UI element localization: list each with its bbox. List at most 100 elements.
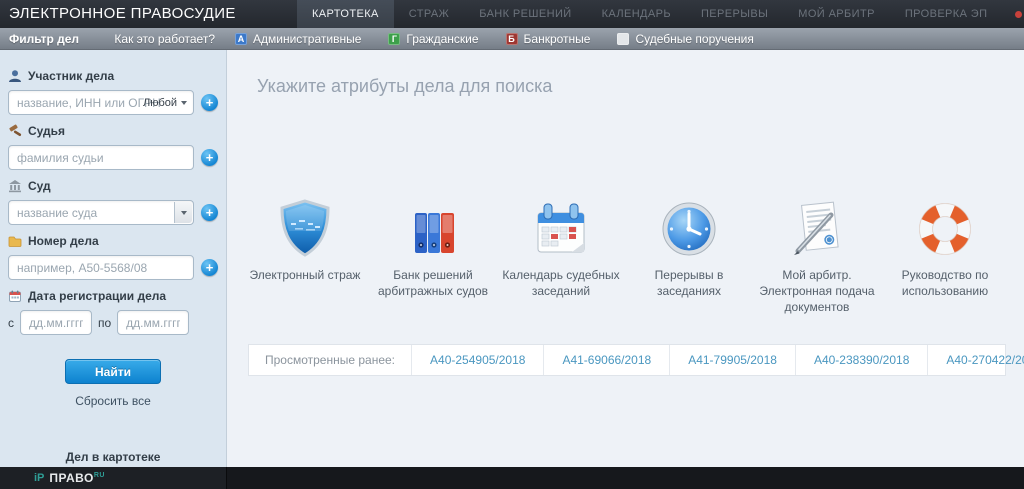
date-from-label: с xyxy=(8,316,14,330)
nav-item-kalendar[interactable]: КАЛЕНДАРЬ xyxy=(587,0,686,28)
add-judge-button[interactable]: + xyxy=(201,149,218,166)
category-bankruptcy[interactable]: Б Банкротные xyxy=(506,32,591,46)
case-number-section-label: Номер дела xyxy=(8,234,218,248)
nav-item-strazh[interactable]: СТРАЖ xyxy=(394,0,464,28)
select-arrow-box xyxy=(174,202,192,223)
reg-date-row: с по xyxy=(8,310,218,335)
search-hint-text: Укажите атрибуты дела для поиска xyxy=(257,76,1024,97)
person-icon xyxy=(8,69,22,83)
feature-my-arbitr-filing[interactable]: Мой арбитр. Электронная подача документо… xyxy=(753,197,881,316)
app-window: ЭЛЕКТРОННОЕ ПРАВОСУДИЕ КАРТОТЕКА СТРАЖ Б… xyxy=(0,0,1024,489)
participant-input-wrap: Любой xyxy=(8,90,194,115)
app-logo[interactable]: ЭЛЕКТРОННОЕ ПРАВОСУДИЕ xyxy=(0,0,297,28)
recent-case-link[interactable]: А40-254905/2018 xyxy=(412,345,544,375)
judge-label: Судья xyxy=(28,124,65,138)
case-number-input[interactable] xyxy=(8,255,194,280)
feature-shortcuts: Электронный страж xyxy=(241,197,1024,316)
pravo-logo-word: ПРАВО xyxy=(49,471,93,485)
category-label: Банкротные xyxy=(524,32,591,46)
feature-user-guide[interactable]: Руководство по использованию xyxy=(881,197,1009,316)
category-court-orders[interactable]: Судебные поручения xyxy=(617,32,753,46)
nav-item-kartoteka[interactable]: КАРТОТЕКА xyxy=(297,0,394,28)
recent-case-link[interactable]: А41-69066/2018 xyxy=(544,345,670,375)
recent-case-link[interactable]: А40-270422/2018 xyxy=(928,345,1024,375)
case-number-input-wrap xyxy=(8,255,194,280)
date-from-input[interactable] xyxy=(20,310,92,335)
footer-bar: iP ПРАВОRU xyxy=(0,467,1024,489)
feature-hearing-breaks[interactable]: Перерывы в заседаниях xyxy=(625,197,753,316)
add-case-number-button[interactable]: + xyxy=(201,259,218,276)
participant-role-dropdown[interactable]: Любой xyxy=(143,97,187,109)
gavel-icon xyxy=(8,124,22,138)
feature-electronic-guard[interactable]: Электронный страж xyxy=(241,197,369,316)
lifebuoy-icon xyxy=(917,197,973,257)
main-panel: Укажите атрибуты дела для поиска xyxy=(227,50,1024,467)
search-button[interactable]: Найти xyxy=(65,359,161,384)
court-orders-badge-icon xyxy=(617,33,629,45)
administrative-badge-icon: А xyxy=(235,33,247,45)
date-to-input[interactable] xyxy=(117,310,189,335)
how-it-works-link[interactable]: Как это работает? xyxy=(114,32,215,46)
add-court-button[interactable]: + xyxy=(201,204,218,221)
chevron-down-icon xyxy=(181,211,187,215)
court-select-placeholder: название суда xyxy=(17,206,97,220)
recently-viewed-label: Просмотренные ранее: xyxy=(249,345,412,375)
feature-label: Электронный страж xyxy=(250,267,361,283)
top-bar: ЭЛЕКТРОННОЕ ПРАВОСУДИЕ КАРТОТЕКА СТРАЖ Б… xyxy=(0,0,1024,28)
participant-section-label: Участник дела xyxy=(8,69,218,83)
cases-counter-label: Дел в картотеке xyxy=(8,450,218,464)
pravo-logo-sup: RU xyxy=(94,472,105,479)
courthouse-icon xyxy=(8,179,22,193)
pravo-logo-mark-icon: iP xyxy=(34,472,44,484)
recent-case-link[interactable]: А40-238390/2018 xyxy=(796,345,928,375)
feature-hearings-calendar[interactable]: Календарь судебных заседаний xyxy=(497,197,625,316)
calendar-large-icon xyxy=(532,197,590,257)
case-category-tabs: А Административные Г Гражданские Б Банкр… xyxy=(235,32,754,46)
category-label: Гражданские xyxy=(406,32,478,46)
feature-label: Календарь судебных заседаний xyxy=(497,267,625,299)
binders-icon xyxy=(405,197,461,257)
reg-date-section-label: Дата регистрации дела xyxy=(8,289,218,303)
participant-label: Участник дела xyxy=(28,69,114,83)
category-administrative[interactable]: А Административные xyxy=(235,32,361,46)
case-number-label: Номер дела xyxy=(28,234,99,248)
nav-item-moy-arbitr[interactable]: МОЙ АРБИТР xyxy=(783,0,890,28)
category-civil[interactable]: Г Гражданские xyxy=(388,32,478,46)
login-status-icon xyxy=(1015,11,1022,18)
judge-section-label: Судья xyxy=(8,124,218,138)
feature-label: Банк решений арбитражных судов xyxy=(369,267,497,299)
judge-input[interactable] xyxy=(8,145,194,170)
civil-badge-icon: Г xyxy=(388,33,400,45)
feature-decisions-bank[interactable]: Банк решений арбитражных судов xyxy=(369,197,497,316)
category-label: Административные xyxy=(253,32,361,46)
add-participant-button[interactable]: + xyxy=(201,94,218,111)
login-button[interactable]: ВОЙТИ xyxy=(1002,0,1024,28)
chevron-down-icon xyxy=(181,101,187,105)
search-filter-sidebar: Участник дела Любой + Судья xyxy=(0,50,227,467)
court-section-label: Суд xyxy=(8,179,218,193)
court-select-wrap: название суда xyxy=(8,200,194,225)
participant-field-row: Любой + xyxy=(8,90,218,115)
reset-all-link[interactable]: Сбросить все xyxy=(8,394,218,408)
nav-item-proverka-ep[interactable]: ПРОВЕРКА ЭП xyxy=(890,0,1003,28)
nav-item-bank-resheniy[interactable]: БАНК РЕШЕНИЙ xyxy=(464,0,586,28)
filter-title: Фильтр дел xyxy=(9,32,79,46)
document-pen-icon xyxy=(789,197,845,257)
court-select[interactable]: название суда xyxy=(8,200,194,225)
filter-bar-left: Фильтр дел Как это работает? xyxy=(0,32,227,46)
court-field-row: название суда + xyxy=(8,200,218,225)
feature-label: Мой арбитр. Электронная подача документо… xyxy=(753,267,881,316)
nav-item-pereryvy[interactable]: ПЕРЕРЫВЫ xyxy=(686,0,783,28)
court-label: Суд xyxy=(28,179,51,193)
filter-bar: Фильтр дел Как это работает? А Администр… xyxy=(0,28,1024,50)
clock-icon xyxy=(661,197,717,257)
judge-input-wrap xyxy=(8,145,194,170)
recent-case-link[interactable]: А41-79905/2018 xyxy=(670,345,796,375)
bankruptcy-badge-icon: Б xyxy=(506,33,518,45)
shield-icon xyxy=(278,197,332,257)
participant-role-value: Любой xyxy=(143,97,177,109)
pravo-ru-logo[interactable]: iP ПРАВОRU xyxy=(0,467,227,489)
recently-viewed-bar: Просмотренные ранее: А40-254905/2018 А41… xyxy=(248,344,1006,376)
case-number-field-row: + xyxy=(8,255,218,280)
judge-field-row: + xyxy=(8,145,218,170)
